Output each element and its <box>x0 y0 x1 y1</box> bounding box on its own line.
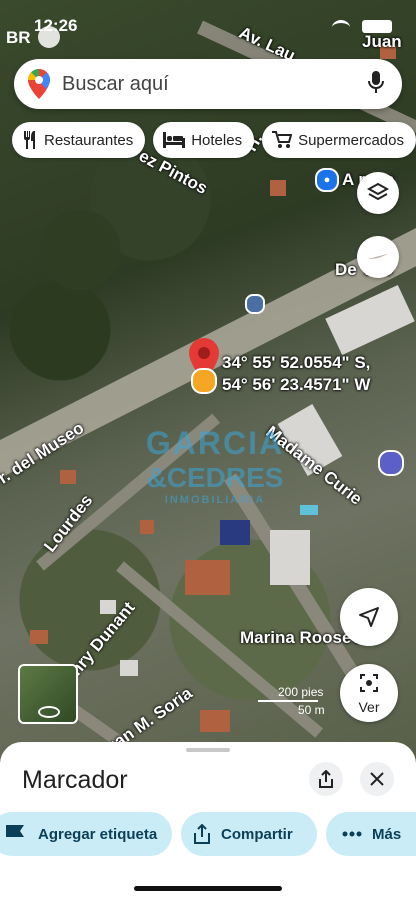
battery-icon <box>362 20 392 33</box>
roof <box>30 630 48 644</box>
close-icon <box>370 772 384 786</box>
microphone-icon[interactable] <box>368 70 384 98</box>
ver-button[interactable]: Ver <box>340 664 398 722</box>
roof <box>60 470 76 484</box>
store-poi-icon[interactable] <box>378 450 404 476</box>
chip-label: Supermercados <box>298 131 404 149</box>
search-bar[interactable]: Buscar aquí <box>14 59 402 109</box>
close-button[interactable] <box>360 762 394 796</box>
street-view-thumbnail[interactable] <box>18 664 78 724</box>
navigation-arrow-icon <box>359 607 379 627</box>
share-icon <box>319 770 333 788</box>
my-location-button[interactable] <box>340 588 398 646</box>
tennis-court <box>185 560 230 595</box>
rotate-360-icon <box>38 706 60 718</box>
more-icon <box>342 831 362 837</box>
longitude-text: 54° 56' 23.4571" W <box>222 375 371 394</box>
watermark-line: GARCIA <box>145 425 285 461</box>
home-indicator <box>134 886 282 891</box>
bottom-sheet[interactable]: Marcador Agregar etiqueta Compartir Más <box>0 742 416 900</box>
watermark-line: &CEDRES <box>146 462 284 493</box>
action-label: Compartir <box>221 825 293 843</box>
roof <box>270 180 286 196</box>
category-chips: Restaurantes Hoteles Supermercados <box>12 122 416 158</box>
carrier-label: BR <box>6 28 31 47</box>
fork-knife-icon <box>24 131 35 149</box>
map-canvas[interactable]: Av. Lau Juan ez Pintos H. A roya De Vito… <box>0 0 416 760</box>
drag-handle[interactable] <box>186 748 230 752</box>
latitude-text: 34° 55' 52.0554" S, <box>222 353 371 372</box>
place-marker-icon[interactable] <box>191 368 217 394</box>
share-button[interactable] <box>309 762 343 796</box>
search-input[interactable]: Buscar aquí <box>62 73 368 96</box>
cart-icon <box>272 131 293 148</box>
scale-bottom-label: 50 m <box>298 703 325 717</box>
roof <box>140 520 154 534</box>
share-icon <box>194 824 210 844</box>
chip-supermercados[interactable]: Supermercados <box>262 122 416 158</box>
layers-button[interactable] <box>357 172 399 214</box>
building <box>220 520 250 545</box>
status-bar: BR 12:26 <box>0 12 416 48</box>
chip-label: Restaurantes <box>44 131 134 149</box>
compass-icon <box>368 254 388 259</box>
google-maps-logo-icon <box>28 69 50 99</box>
bed-icon <box>163 132 186 148</box>
scale-bar: 200 pies 50 m <box>258 685 328 719</box>
share-action-button[interactable]: Compartir <box>181 812 317 856</box>
chip-hoteles[interactable]: Hoteles <box>153 122 255 158</box>
watermark: GARCIA &CEDRES INMOBILIARIA <box>135 425 295 506</box>
action-label: Más <box>372 825 402 843</box>
scale-top-label: 200 pies <box>278 685 324 699</box>
chip-label: Hoteles <box>191 131 243 149</box>
roof <box>120 660 138 676</box>
sheet-title: Marcador <box>22 766 128 794</box>
ver-label: Ver <box>358 699 380 715</box>
pool <box>300 505 318 515</box>
wifi-icon <box>332 20 350 35</box>
bus-stop-icon[interactable] <box>245 294 265 314</box>
layers-icon <box>367 182 389 201</box>
action-label: Agregar etiqueta <box>38 825 158 843</box>
roof <box>200 710 230 732</box>
lock-poi-icon[interactable]: ● <box>315 168 339 192</box>
building <box>270 530 310 585</box>
compass-button[interactable] <box>357 236 399 278</box>
more-button[interactable]: Más <box>326 812 416 856</box>
clock-label: 12:26 <box>34 16 78 35</box>
add-label-button[interactable]: Agregar etiqueta <box>0 812 172 856</box>
coordinates-label: 34° 55' 52.0554" S, 54° 56' 23.4571" W <box>222 352 370 396</box>
flag-icon <box>6 825 24 837</box>
lens-icon <box>360 674 378 692</box>
chip-restaurantes[interactable]: Restaurantes <box>12 122 146 158</box>
watermark-line: INMOBILIARIA <box>164 494 266 506</box>
